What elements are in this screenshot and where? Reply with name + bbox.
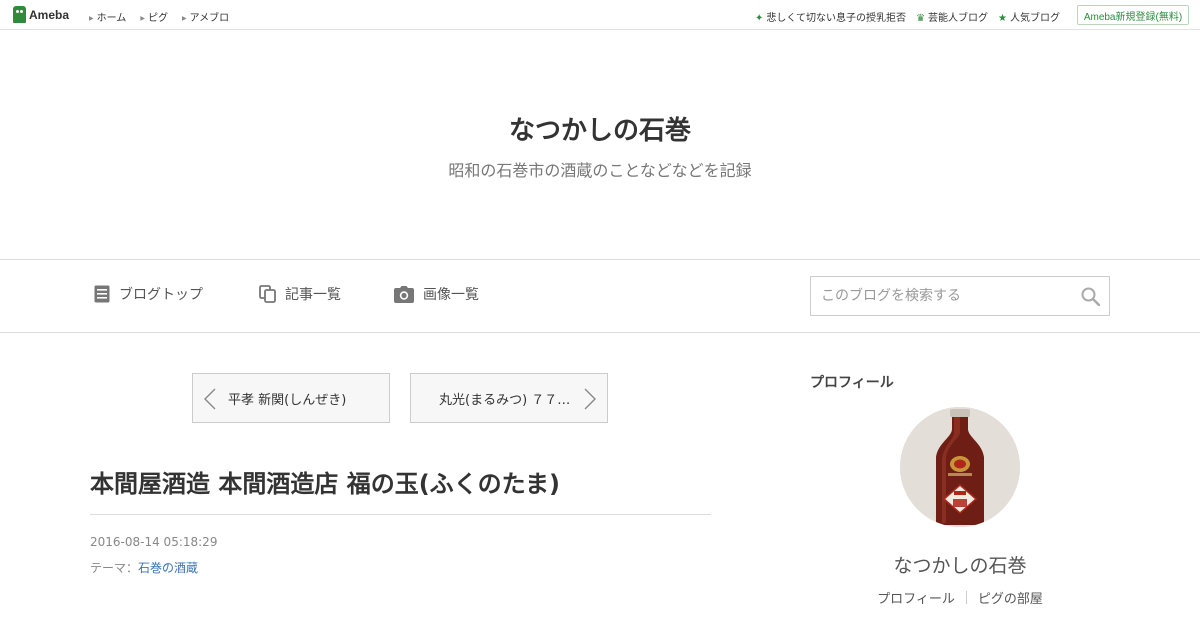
sake-bottle-image [900, 407, 1020, 527]
next-entry-label: 丸光(まるみつ) ７７… [439, 392, 571, 408]
copy-icon [259, 285, 276, 303]
blog-search [810, 276, 1110, 316]
trending-link[interactable]: ✦ 悲しくて切ない息子の授乳拒否 [755, 9, 906, 24]
link-label: 人気ブログ [1010, 13, 1060, 24]
nav-label: ホーム [96, 13, 127, 24]
entry-title[interactable]: 本間屋酒造 本間酒造店 福の玉(ふくのたま) [90, 464, 710, 499]
nav-label: アメブロ [189, 13, 230, 24]
next-entry-button[interactable]: 丸光(まるみつ) ７７… [410, 373, 608, 423]
signup-button[interactable]: Ameba新規登録(無料) [1077, 5, 1189, 25]
profile-name[interactable]: なつかしの石巻 [810, 551, 1110, 578]
sparkle-icon: ✦ [754, 13, 764, 24]
prev-entry-label: 平孝 新関(しんぜき) [228, 392, 347, 408]
caret-right-icon: ▶ [89, 15, 94, 22]
celebrity-blog-link[interactable]: ♛ 芸能人ブログ [916, 9, 988, 24]
profile-links: プロフィール ピグの部屋 [810, 588, 1110, 607]
search-input[interactable] [821, 286, 1071, 306]
logo-text: Ameba [29, 7, 70, 22]
nav-label: 記事一覧 [285, 287, 341, 303]
entry-theme: テーマ：石巻の酒蔵 [90, 559, 198, 576]
global-header: Ameba ▶ ホーム ▶ ピグ ▶ アメブロ ✦ 悲しくて切ない息子の授乳拒否 ♛ 芸能… [0, 0, 1200, 30]
document-icon [94, 285, 110, 303]
global-nav-home[interactable]: ▶ ホーム [89, 9, 126, 24]
link-separator [965, 591, 967, 604]
crown-icon: ♛ [916, 13, 926, 24]
blog-nav: ブログトップ 記事一覧 画像一覧 [0, 259, 1200, 333]
chevron-left-icon [204, 388, 216, 410]
nav-blog-top[interactable]: ブログトップ [94, 284, 203, 304]
pigg-room-link[interactable]: ピグの部屋 [978, 588, 1043, 607]
nav-label: 画像一覧 [423, 287, 479, 303]
entry-date: 2016-08-14 05:18:29 [90, 535, 218, 549]
nav-label: ブログトップ [119, 287, 203, 303]
nav-image-list[interactable]: 画像一覧 [394, 284, 479, 304]
caret-right-icon: ▶ [140, 15, 145, 22]
global-nav-pigg[interactable]: ▶ ピグ [140, 9, 168, 24]
blog-description: 昭和の石巻市の酒蔵のことなどなどを記録 [448, 161, 752, 180]
nav-label: ピグ [147, 13, 168, 24]
link-label: 芸能人ブログ [928, 13, 989, 24]
theme-prefix: テーマ： [90, 561, 139, 575]
nav-article-list[interactable]: 記事一覧 [259, 284, 341, 304]
blog-title[interactable]: なつかしの石巻 [0, 110, 1200, 147]
popular-blog-link[interactable]: ★ 人気ブログ [998, 9, 1060, 24]
theme-link[interactable]: 石巻の酒蔵 [138, 561, 198, 575]
entry-divider [90, 514, 711, 515]
star-icon: ★ [998, 13, 1007, 24]
ameba-logo-icon [13, 6, 26, 23]
profile-avatar[interactable] [900, 407, 1020, 527]
global-right-links: ✦ 悲しくて切ない息子の授乳拒否 ♛ 芸能人ブログ ★ 人気ブログ [755, 9, 1060, 24]
link-label: 悲しくて切ない息子の授乳拒否 [766, 13, 907, 24]
profile-heading: プロフィール [810, 375, 894, 391]
global-nav: ▶ ホーム ▶ ピグ ▶ アメブロ [89, 9, 229, 24]
caret-right-icon: ▶ [181, 15, 187, 22]
global-nav-ameblo[interactable]: ▶ アメブロ [182, 9, 229, 24]
prev-entry-button[interactable]: 平孝 新関(しんぜき) [192, 373, 390, 423]
search-icon[interactable] [1081, 287, 1100, 306]
profile-link[interactable]: プロフィール [877, 588, 955, 607]
ameba-logo[interactable]: Ameba [13, 6, 69, 23]
chevron-right-icon [584, 388, 596, 410]
camera-icon [394, 285, 414, 303]
